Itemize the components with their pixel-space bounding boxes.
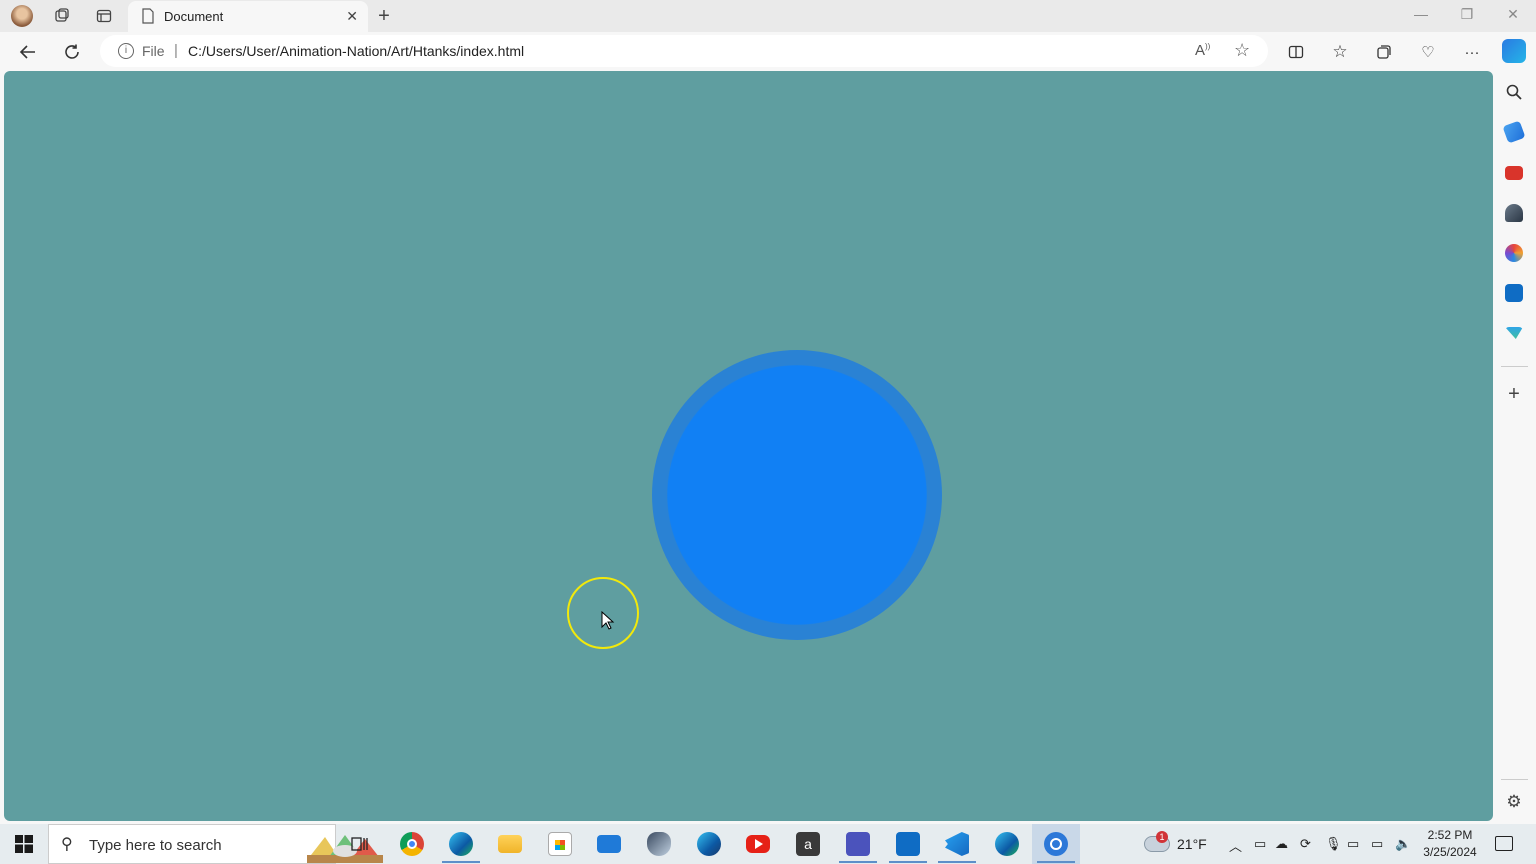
running-indicator — [1037, 861, 1075, 863]
favorites-icon[interactable]: ☆ — [1329, 41, 1351, 63]
clock-time: 2:52 PM — [1427, 828, 1473, 842]
chevron-up-icon[interactable]: ︿ — [1229, 836, 1242, 855]
vpn-icon[interactable] — [647, 832, 671, 856]
edge-icon[interactable] — [449, 832, 473, 856]
mail-icon[interactable] — [597, 835, 621, 853]
address-scheme-label: File — [142, 43, 165, 59]
new-tab-icon[interactable]: + — [374, 5, 394, 27]
teams-icon[interactable] — [846, 832, 870, 856]
address-bar[interactable]: i File | C:/Users/User/Animation-Nation/… — [100, 35, 1268, 67]
restore-icon[interactable]: ❐ — [1457, 6, 1477, 23]
outlook-icon[interactable] — [1505, 284, 1523, 302]
info-icon[interactable]: i — [118, 43, 134, 59]
add-icon[interactable]: + — [1505, 384, 1523, 404]
youtube-icon[interactable] — [746, 835, 770, 853]
windows-start-icon[interactable] — [0, 824, 48, 864]
address-separator: | — [174, 42, 178, 59]
close-icon[interactable]: ✕ — [346, 8, 358, 25]
search-placeholder: Type here to search — [89, 837, 222, 854]
running-indicator — [839, 861, 877, 863]
weather-badge: 1 — [1156, 831, 1168, 843]
running-indicator — [442, 861, 480, 863]
drop-icon[interactable] — [1505, 327, 1523, 339]
taskbar-search-box[interactable]: ⚲ Type here to search — [48, 824, 383, 864]
close-window-icon[interactable]: ✕ — [1503, 6, 1523, 23]
refresh-icon[interactable] — [61, 41, 83, 63]
tab-document[interactable]: Document ✕ — [128, 1, 368, 32]
minimize-icon[interactable]: — — [1411, 6, 1431, 22]
volume-icon[interactable]: 🔈 — [1395, 836, 1411, 852]
network-icon[interactable]: ▭ — [1371, 836, 1383, 852]
title-bar: Document ✕ + — ❐ ✕ — [0, 0, 1536, 32]
browser-toolbar: i File | C:/Users/User/Animation-Nation/… — [0, 32, 1536, 70]
games-icon[interactable] — [1505, 204, 1523, 222]
shopping-icon[interactable] — [1502, 120, 1526, 144]
favorite-star-icon[interactable]: ☆ — [1234, 40, 1250, 61]
split-screen-icon[interactable] — [1285, 41, 1307, 63]
taskbar: ⚲ Type here to search a 1 21°F ︿ ▭ ☁ ⟳ 🎙… — [0, 824, 1536, 864]
amazon-icon[interactable]: a — [796, 832, 820, 856]
edge-sidebar: + ⚙ — [1493, 71, 1536, 824]
running-indicator — [889, 861, 927, 863]
battery-icon[interactable]: ▭ — [1347, 836, 1359, 852]
tab-title: Document — [164, 9, 224, 24]
collections-icon[interactable] — [1373, 41, 1395, 63]
onedrive-icon[interactable]: ☁ — [1275, 836, 1288, 852]
search-icon: ⚲ — [61, 836, 73, 853]
tab-actions-icon[interactable] — [94, 6, 114, 26]
office-icon[interactable] — [1505, 244, 1523, 262]
mouse-cursor-icon — [601, 611, 615, 630]
settings-icon[interactable]: ⚙ — [1505, 793, 1523, 811]
file-explorer-icon[interactable] — [498, 835, 522, 853]
browser-essentials-icon[interactable]: ♡ — [1417, 41, 1439, 63]
microphone-icon[interactable]: 🎙 — [1325, 836, 1342, 852]
read-aloud-icon[interactable]: A)) — [1195, 42, 1210, 59]
url-text[interactable]: C:/Users/User/Animation-Nation/Art/Htank… — [188, 43, 524, 59]
store-icon[interactable] — [548, 832, 572, 856]
tools-icon[interactable] — [1505, 166, 1523, 180]
page-icon — [138, 6, 158, 26]
profile-avatar-icon[interactable] — [11, 5, 33, 27]
notifications-icon[interactable] — [1495, 836, 1513, 851]
back-icon[interactable] — [17, 41, 39, 63]
copilot-icon[interactable] — [1502, 39, 1526, 63]
sidebar-divider — [1501, 779, 1528, 780]
outlook-taskbar-icon[interactable] — [896, 832, 920, 856]
chrome-icon[interactable] — [400, 832, 424, 856]
meet-now-icon[interactable]: ▭ — [1254, 836, 1266, 852]
more-icon[interactable]: ··· — [1461, 41, 1483, 63]
sidebar-divider — [1501, 366, 1528, 367]
page-content — [4, 71, 1493, 821]
weather-temperature[interactable]: 21°F — [1177, 836, 1207, 852]
clock[interactable]: 2:52 PM 3/25/2024 — [1420, 827, 1480, 861]
vscode-icon[interactable] — [945, 832, 969, 856]
clock-date: 3/25/2024 — [1423, 845, 1477, 859]
edge-beta-icon[interactable] — [995, 832, 1019, 856]
update-icon[interactable]: ⟳ — [1300, 836, 1311, 852]
workspaces-icon[interactable] — [52, 6, 72, 26]
running-indicator — [938, 861, 976, 863]
animated-circle — [652, 350, 942, 640]
search-icon[interactable] — [1505, 83, 1523, 101]
edge-dev-icon[interactable] — [697, 832, 721, 856]
task-view-icon[interactable] — [348, 832, 372, 856]
active-app-icon[interactable] — [1044, 832, 1068, 856]
